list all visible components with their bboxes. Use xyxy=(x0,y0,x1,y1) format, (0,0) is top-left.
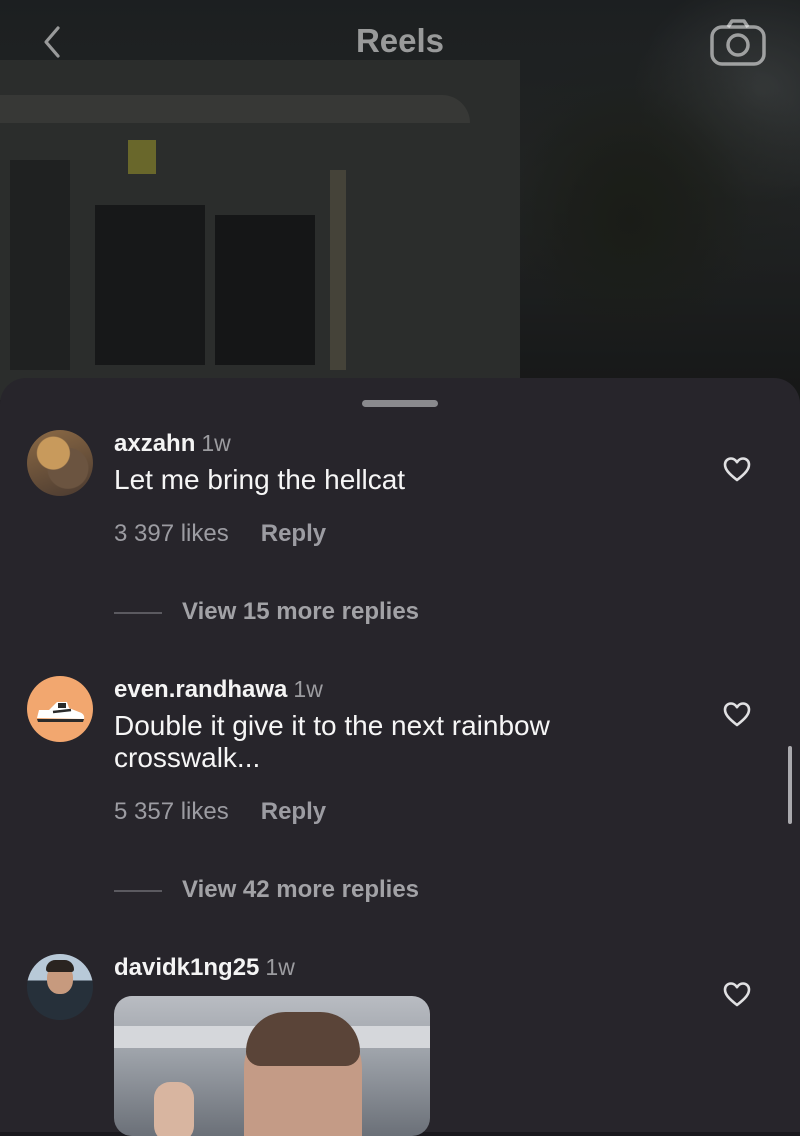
heart-outline-icon[interactable] xyxy=(722,980,752,1008)
comment-time: 1w xyxy=(265,954,295,980)
avatar[interactable] xyxy=(27,430,93,496)
gif-person-hair xyxy=(246,1012,360,1066)
comment-likes[interactable]: 3 397 likes xyxy=(114,520,229,548)
comment-likes[interactable]: 5 357 likes xyxy=(114,798,229,826)
comment-time: 1w xyxy=(293,676,323,702)
scrollbar[interactable] xyxy=(788,746,792,824)
page-title: Reels xyxy=(355,22,445,59)
comment-text: Double it give it to the next rainbow cr… xyxy=(114,710,550,773)
comment-gif-attachment[interactable] xyxy=(114,996,430,1136)
sneaker-icon xyxy=(37,702,85,722)
view-more-replies[interactable]: View 15 more replies xyxy=(114,598,419,626)
gif-hand xyxy=(154,1082,194,1136)
avatar[interactable] xyxy=(27,954,93,1020)
comment-meta: davidk1ng25 1w xyxy=(114,954,295,982)
comment-meta: axzahn 1w xyxy=(114,430,231,458)
reply-button[interactable]: Reply xyxy=(261,520,326,548)
comment-username[interactable]: even.randhawa xyxy=(114,676,287,703)
comment-username[interactable]: axzahn xyxy=(114,430,195,457)
comment-time: 1w xyxy=(201,430,231,456)
comment-actions: 5 357 likes Reply xyxy=(114,798,326,826)
camera-icon[interactable] xyxy=(708,18,768,68)
reply-button[interactable]: Reply xyxy=(261,798,326,826)
top-bar: Reels xyxy=(0,0,800,84)
divider-line xyxy=(114,611,162,614)
view-more-replies[interactable]: View 42 more replies xyxy=(114,876,419,904)
comment-username[interactable]: davidk1ng25 xyxy=(114,954,259,981)
comment-text: Let me bring the hellcat xyxy=(114,464,406,495)
heart-outline-icon[interactable] xyxy=(722,700,752,728)
sheet-drag-handle[interactable] xyxy=(362,400,438,407)
comment-meta: even.randhawa 1w xyxy=(114,676,323,704)
heart-outline-icon[interactable] xyxy=(722,455,752,483)
comment-actions: 3 397 likes Reply xyxy=(114,520,326,548)
view-more-replies-label: View 15 more replies xyxy=(182,598,420,625)
view-more-replies-label: View 42 more replies xyxy=(182,876,420,903)
avatar-hair xyxy=(46,960,74,972)
avatar[interactable] xyxy=(27,676,93,742)
divider-line xyxy=(114,889,162,892)
